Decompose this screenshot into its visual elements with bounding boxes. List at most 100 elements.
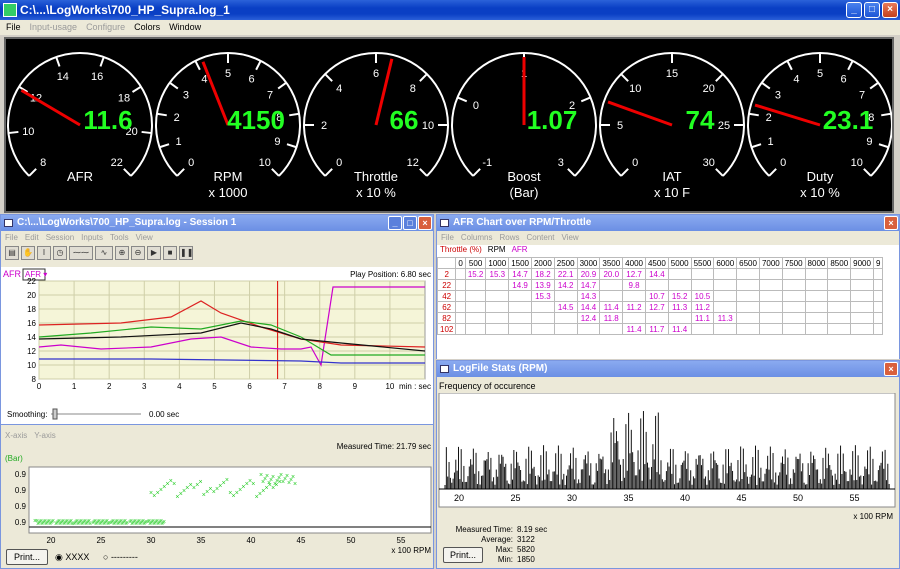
session-menu-item-4[interactable]: Tools	[110, 231, 129, 244]
session-minimize-button[interactable]: _	[388, 216, 402, 230]
table-cell[interactable]	[781, 312, 806, 324]
table-cell[interactable]	[455, 323, 466, 335]
table-cell[interactable]: 12.4	[576, 312, 601, 324]
table-cell[interactable]: 13.9	[530, 279, 555, 291]
table-cell[interactable]	[781, 279, 806, 291]
session-chart[interactable]: AFR AFR ▾ Play Position: 6.80 sec810121416…	[1, 267, 433, 425]
table-cell[interactable]	[804, 323, 829, 335]
table-cell[interactable]	[736, 312, 760, 324]
table-cell[interactable]: 14.2	[553, 279, 578, 291]
table-cell[interactable]	[736, 301, 760, 313]
table-cell[interactable]	[464, 301, 487, 313]
table-cell[interactable]	[508, 301, 532, 313]
table-cell[interactable]	[455, 301, 466, 313]
table-cell[interactable]	[622, 290, 646, 302]
table-cell[interactable]: 11.4	[622, 323, 646, 335]
table-cell[interactable]	[758, 279, 783, 291]
table-cell[interactable]: 11.2	[690, 301, 715, 313]
maximize-button[interactable]: □	[864, 2, 880, 18]
table-cell[interactable]	[713, 323, 738, 335]
table-cell[interactable]	[508, 290, 532, 302]
table-cell[interactable]: 12.7	[622, 268, 646, 280]
table-cell[interactable]	[485, 323, 510, 335]
table-cell[interactable]: 14.7	[508, 268, 532, 280]
menu-window[interactable]: Window	[169, 20, 201, 35]
table-cell[interactable]: 20.0	[599, 268, 624, 280]
afr-menu-item-2[interactable]: Rows	[499, 231, 519, 244]
table-cell[interactable]	[690, 279, 715, 291]
table-cell[interactable]: 10.7	[644, 290, 669, 302]
table-cell[interactable]	[850, 268, 874, 280]
table-cell[interactable]	[713, 290, 738, 302]
table-cell[interactable]	[485, 290, 510, 302]
table-cell[interactable]	[455, 279, 466, 291]
table-cell[interactable]	[690, 268, 715, 280]
table-cell[interactable]	[599, 323, 624, 335]
play-icon[interactable]: ▶	[147, 246, 161, 260]
table-cell[interactable]	[781, 301, 806, 313]
table-cell[interactable]	[576, 323, 601, 335]
table-cell[interactable]	[872, 323, 884, 335]
afr-close-button[interactable]: ×	[884, 216, 898, 230]
stats-print-button[interactable]: Print...	[443, 547, 483, 563]
session-maximize-button[interactable]: □	[403, 216, 417, 230]
table-cell[interactable]	[758, 323, 783, 335]
afr-menu-item-1[interactable]: Columns	[461, 231, 493, 244]
afr-menu-item-3[interactable]: Content	[526, 231, 554, 244]
table-cell[interactable]: 15.3	[485, 268, 510, 280]
table-cell[interactable]	[736, 323, 760, 335]
menu-file[interactable]: File	[6, 20, 21, 35]
table-cell[interactable]	[464, 279, 487, 291]
table-cell[interactable]	[455, 268, 466, 280]
table-cell[interactable]: 14.4	[576, 301, 601, 313]
afr-menu-item-4[interactable]: View	[562, 231, 579, 244]
table-cell[interactable]	[850, 279, 874, 291]
table-cell[interactable]	[827, 301, 852, 313]
table-cell[interactable]	[508, 312, 532, 324]
table-cell[interactable]	[804, 301, 829, 313]
table-cell[interactable]	[530, 301, 555, 313]
table-cell[interactable]	[827, 268, 852, 280]
table-cell[interactable]	[850, 290, 874, 302]
session-menu-item-2[interactable]: Session	[46, 231, 74, 244]
table-cell[interactable]	[758, 312, 783, 324]
table-cell[interactable]	[599, 279, 624, 291]
table-cell[interactable]	[781, 290, 806, 302]
table-cell[interactable]	[644, 279, 669, 291]
table-cell[interactable]	[553, 312, 578, 324]
stats-close-button[interactable]: ×	[884, 362, 898, 376]
table-cell[interactable]: 14.9	[508, 279, 532, 291]
table-cell[interactable]	[736, 279, 760, 291]
table-cell[interactable]	[464, 312, 487, 324]
table-cell[interactable]: 18.2	[530, 268, 555, 280]
table-cell[interactable]	[736, 290, 760, 302]
session-menu-item-3[interactable]: Inputs	[81, 231, 103, 244]
table-cell[interactable]	[872, 279, 884, 291]
table-cell[interactable]	[667, 279, 692, 291]
table-cell[interactable]: 14.7	[576, 279, 601, 291]
hand-icon[interactable]: ✋	[21, 246, 35, 260]
table-cell[interactable]	[464, 290, 487, 302]
session-close-button[interactable]: ×	[418, 216, 432, 230]
table-cell[interactable]	[690, 323, 715, 335]
table-cell[interactable]: 12.7	[644, 301, 669, 313]
table-cell[interactable]: 11.3	[667, 301, 692, 313]
table-cell[interactable]	[781, 323, 806, 335]
zoom-in-icon[interactable]: ⊕	[115, 246, 129, 260]
menu-configure[interactable]: Configure	[86, 20, 125, 35]
table-cell[interactable]	[713, 301, 738, 313]
table-cell[interactable]	[485, 301, 510, 313]
table-cell[interactable]: 11.1	[690, 312, 715, 324]
table-cell[interactable]: 15.2	[667, 290, 692, 302]
wave-icon[interactable]: ⁓⁓	[69, 246, 93, 260]
table-cell[interactable]: 11.7	[644, 323, 669, 335]
table-cell[interactable]: 14.3	[576, 290, 601, 302]
table-cell[interactable]	[553, 323, 578, 335]
cursor-icon[interactable]: I	[37, 246, 51, 260]
table-cell[interactable]: 11.4	[667, 323, 692, 335]
table-cell[interactable]	[485, 312, 510, 324]
table-cell[interactable]	[464, 323, 487, 335]
table-cell[interactable]	[827, 323, 852, 335]
table-cell[interactable]: 11.4	[599, 301, 624, 313]
table-cell[interactable]	[804, 312, 829, 324]
